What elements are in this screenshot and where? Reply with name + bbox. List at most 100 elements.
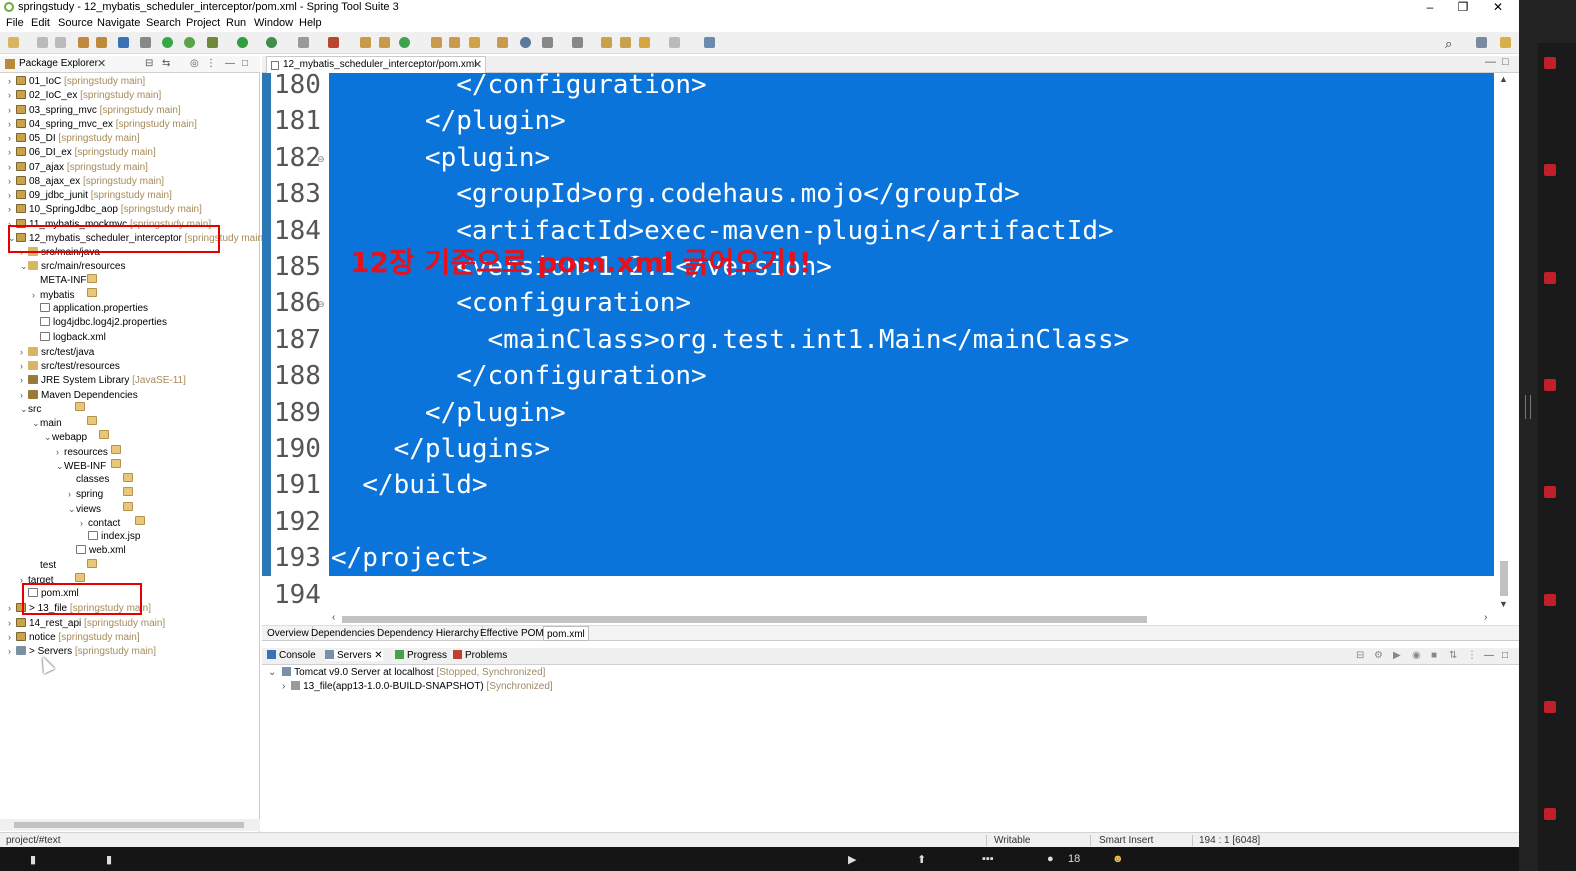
expanded-chevron-icon[interactable]: ⌄ (44, 430, 52, 444)
expanded-chevron-icon[interactable]: ⌄ (32, 416, 40, 430)
collapsed-chevron-icon[interactable]: › (8, 174, 16, 188)
menu-edit[interactable]: Edit (31, 17, 50, 29)
code-line[interactable]: </plugin> (331, 395, 566, 431)
tree-item[interactable]: › mybatis (32, 287, 97, 302)
code-line[interactable]: </configuration> (331, 358, 706, 394)
collapsed-chevron-icon[interactable]: › (8, 131, 16, 145)
scroll-down-icon[interactable]: ▼ (1499, 599, 1508, 609)
editor-vscrollbar[interactable]: ▲ ▼ (1497, 73, 1511, 613)
collapsed-chevron-icon[interactable]: › (8, 188, 16, 202)
menu-project[interactable]: Project (186, 17, 220, 29)
menu-file[interactable]: File (6, 17, 24, 29)
new-package-icon[interactable] (379, 37, 390, 48)
prev-annotation-icon[interactable] (572, 37, 583, 48)
search-icon[interactable]: ⌕ (1445, 36, 1452, 52)
globe-icon[interactable] (520, 37, 531, 48)
forward-icon[interactable] (669, 37, 680, 48)
expanded-chevron-icon[interactable]: ⌄ (68, 502, 76, 516)
tree-item[interactable]: › resources (56, 444, 121, 459)
editor-vscroll-thumb[interactable] (1500, 561, 1508, 596)
tree-item[interactable]: › 05_DI [springstudy main] (8, 131, 140, 145)
minimize-view-icon[interactable]: — (225, 58, 235, 69)
pin-editor-icon[interactable] (704, 37, 715, 48)
collapsed-chevron-icon[interactable]: › (20, 388, 28, 402)
tree-item[interactable]: ⌄ src/main/resources (20, 259, 125, 273)
tree-item[interactable]: › 10_SpringJdbc_aop [springstudy main] (8, 202, 202, 216)
open-perspective-icon[interactable] (1476, 37, 1487, 48)
collapsed-chevron-icon[interactable]: › (56, 445, 64, 459)
expanded-chevron-icon[interactable]: ⌄ (20, 259, 28, 273)
view-menu-icon[interactable]: ⋮ (1467, 650, 1477, 661)
collapsed-chevron-icon[interactable]: › (8, 616, 16, 630)
scroll-right-icon[interactable]: › (1484, 612, 1487, 623)
collapsed-chevron-icon[interactable]: › (20, 345, 28, 359)
tree-item[interactable]: › 08_ajax_ex [springstudy main] (8, 174, 164, 188)
camera-icon[interactable]: ▶ (848, 853, 856, 866)
collapse-all-icon[interactable]: ⊟ (145, 58, 153, 69)
collapsed-chevron-icon[interactable]: › (80, 516, 88, 530)
tree-item[interactable]: › 09_jdbc_junit [springstudy main] (8, 188, 172, 202)
java-ee-perspective-icon[interactable] (1500, 37, 1511, 48)
tree-item[interactable]: › notice [springstudy main] (8, 630, 140, 644)
menu-window[interactable]: Window (254, 17, 293, 29)
menu-search[interactable]: Search (146, 17, 181, 29)
menu-source[interactable]: Source (58, 17, 93, 29)
tree-item[interactable]: › 06_DI_ex [springstudy main] (8, 145, 156, 159)
tree-item[interactable]: › contact (80, 515, 145, 530)
tab-console[interactable]: Console (267, 650, 316, 661)
tree-item[interactable]: web.xml (68, 544, 126, 558)
collapsed-chevron-icon[interactable]: › (8, 88, 16, 102)
server-row[interactable]: ⌄ Tomcat v9.0 Server at localhost [Stopp… (268, 667, 545, 678)
tree-item[interactable]: log4jdbc.log4j2.properties (32, 316, 167, 330)
close-view-icon[interactable]: ✕ (97, 57, 106, 70)
task-icon[interactable] (497, 37, 508, 48)
expanded-chevron-icon[interactable]: ⌄ (20, 402, 28, 416)
spring-boot-icon[interactable] (162, 37, 173, 48)
tree-item[interactable]: META-INF (32, 273, 97, 288)
link-editor-icon[interactable]: ⇆ (162, 58, 170, 69)
open-type-icon[interactable] (96, 37, 107, 48)
collapse-icon[interactable]: ⊟ (1356, 650, 1364, 661)
minimize-button[interactable]: – (1420, 0, 1440, 14)
code-line[interactable]: <configuration> (331, 285, 691, 321)
tree-item[interactable]: › 14_rest_api [springstudy main] (8, 616, 165, 630)
start-server-icon[interactable]: ▶ (1393, 650, 1401, 661)
tree-item[interactable]: › > Servers [springstudy main] (8, 644, 156, 658)
collapsed-chevron-icon[interactable]: › (8, 74, 16, 88)
save-icon[interactable] (37, 37, 48, 48)
tree-item[interactable]: › 03_spring_mvc [springstudy main] (8, 103, 181, 117)
package-explorer-tab[interactable]: Package Explorer ✕ ⊟ ⇆ ◎ ⋮ — □ (0, 56, 260, 73)
tree-item[interactable]: logback.xml (32, 331, 106, 345)
tree-item[interactable]: ⌄ webapp (44, 430, 109, 444)
explorer-hscroll-thumb[interactable] (14, 822, 244, 828)
stop-server-icon[interactable]: ■ (1431, 650, 1437, 661)
expanded-chevron-icon[interactable]: ⌄ (56, 459, 64, 473)
back-icon[interactable] (639, 37, 650, 48)
collapsed-chevron-icon[interactable]: › (8, 117, 16, 131)
collapsed-chevron-icon[interactable]: › (8, 601, 16, 615)
collapsed-chevron-icon[interactable]: › (8, 630, 16, 644)
tab-progress[interactable]: Progress (395, 650, 447, 661)
new-class-icon[interactable] (399, 37, 410, 48)
skip-breakpoints-icon[interactable] (140, 37, 151, 48)
tree-item[interactable]: ⌄ views (68, 501, 133, 516)
print-icon[interactable] (78, 37, 89, 48)
scroll-up-icon[interactable]: ▲ (1499, 74, 1508, 84)
tree-item[interactable]: application.properties (32, 302, 148, 316)
collapsed-chevron-icon[interactable]: › (20, 359, 28, 373)
collapsed-chevron-icon[interactable]: › (20, 373, 28, 387)
tree-item[interactable]: › src/test/resources (20, 359, 120, 373)
scroll-left-icon[interactable]: ‹ (332, 612, 335, 623)
collapsed-icon[interactable]: › (282, 681, 285, 692)
video-off-icon[interactable]: ▮ (30, 853, 36, 866)
tree-item[interactable]: › src/test/java (20, 345, 94, 359)
new-icon[interactable] (8, 37, 19, 48)
edit-location-icon[interactable] (620, 37, 631, 48)
tree-item[interactable]: › Maven Dependencies (20, 388, 138, 402)
explorer-hscrollbar[interactable] (0, 819, 260, 831)
tab-servers[interactable]: Servers ✕ (325, 650, 383, 661)
close-button[interactable]: ✕ (1488, 0, 1508, 14)
tree-item[interactable]: ⌄ src (20, 401, 85, 416)
mute-icon[interactable]: ▮ (106, 853, 112, 866)
tree-item[interactable]: › 01_IoC [springstudy main] (8, 74, 145, 88)
